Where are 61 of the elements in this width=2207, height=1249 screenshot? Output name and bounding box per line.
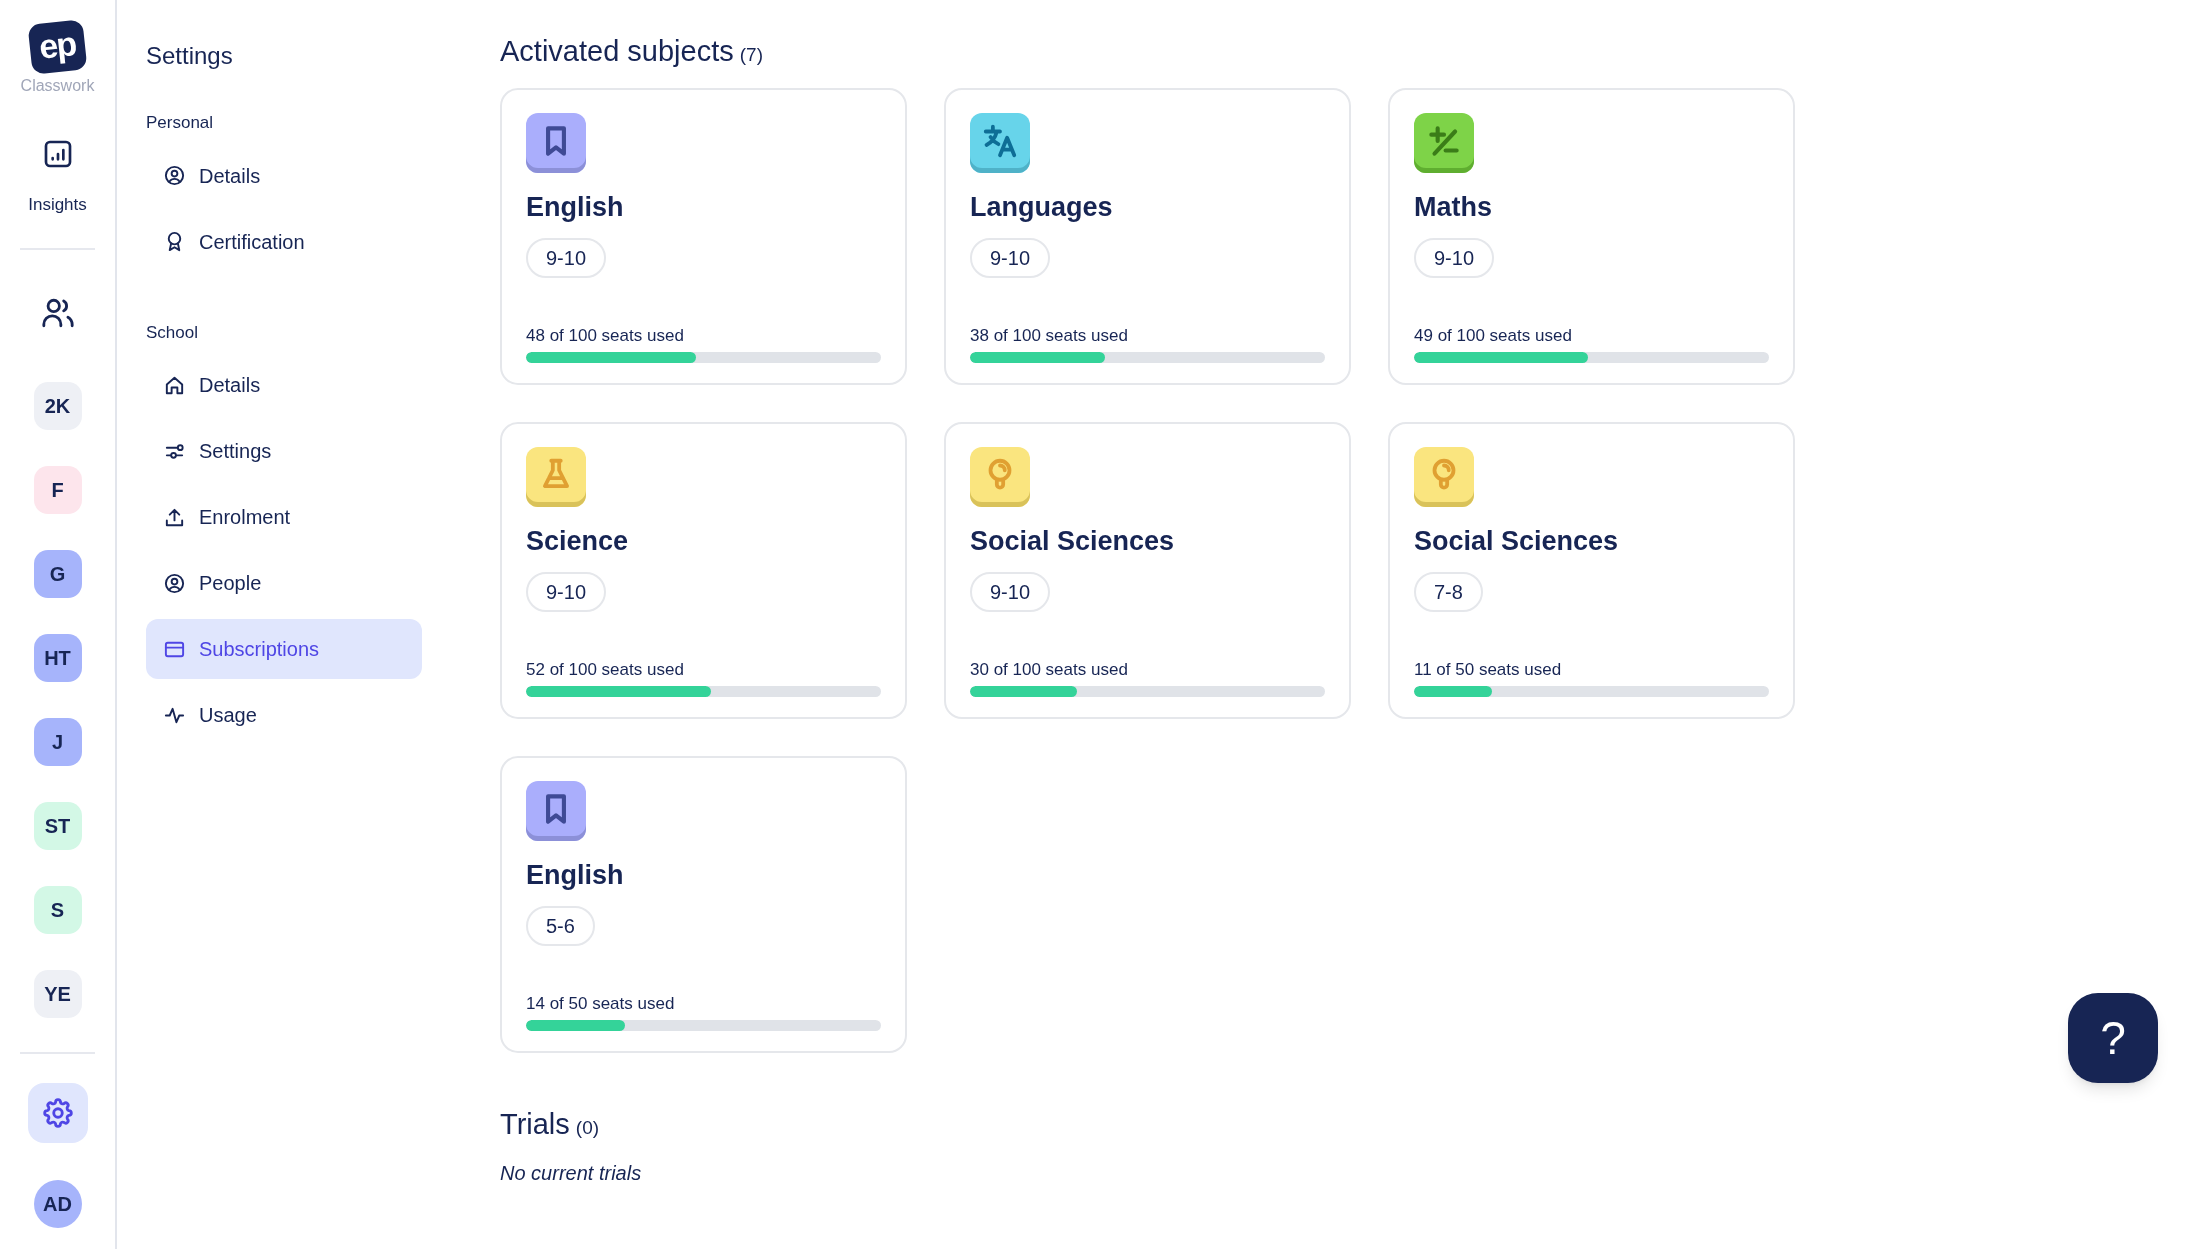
year-level-tag: 9-10 (526, 238, 607, 279)
section-title: Activated subjects (500, 34, 734, 69)
class-avatar[interactable]: ST (33, 801, 82, 850)
subject-card[interactable]: Social Sciences 9-10 30 of 100 seats used (944, 421, 1351, 719)
help-button[interactable]: ? (2068, 993, 2158, 1083)
seats-used-label: 48 of 100 seats used (526, 325, 685, 347)
settings-nav-item[interactable]: Settings (146, 421, 422, 481)
settings-nav-item[interactable]: Certification (146, 211, 422, 272)
user-avatar[interactable]: AD (33, 1179, 82, 1228)
year-level-tag: 7-8 (1414, 572, 1483, 613)
seats-used-label: 49 of 100 seats used (1414, 325, 1573, 347)
settings-nav-item[interactable]: Usage (146, 685, 422, 745)
settings-nav-item[interactable]: Subscriptions (146, 619, 422, 679)
class-avatar[interactable]: S (33, 885, 82, 934)
empty-state-text: No current trials (500, 1161, 643, 1186)
section-title: Trials (500, 1106, 570, 1142)
subject-card[interactable]: English 5-6 14 of 50 seats used (500, 755, 907, 1053)
app-logo[interactable]: ep (27, 19, 88, 75)
settings-nav-item[interactable]: Enrolment (146, 487, 422, 547)
seats-used-label: 30 of 100 seats used (970, 659, 1129, 681)
class-avatar[interactable]: F (33, 465, 82, 514)
subject-card[interactable]: Social Sciences 7-8 11 of 50 seats used (1388, 421, 1795, 719)
settings-nav-item[interactable]: People (146, 553, 422, 613)
subject-name: Social Sciences (1414, 524, 1620, 558)
year-level-tag: 9-10 (970, 572, 1051, 613)
settings-icon (40, 1095, 75, 1130)
class-avatar[interactable]: G (33, 549, 82, 598)
trial-count: (0) (575, 1115, 600, 1140)
seats-used-label: 11 of 50 seats used (1414, 659, 1563, 681)
section-heading: School (146, 321, 199, 344)
subject-name: Maths (1414, 190, 1493, 224)
year-level-tag: 9-10 (1414, 238, 1495, 279)
settings-nav-item[interactable]: Details (146, 145, 422, 206)
subject-card[interactable]: Science 9-10 52 of 100 seats used (500, 421, 907, 719)
user-circle-icon (163, 164, 186, 187)
subject-card[interactable]: Maths 9-10 49 of 100 seats used (1388, 87, 1795, 385)
seats-used-label: 38 of 100 seats used (970, 325, 1129, 347)
insights-label[interactable]: Insights (28, 192, 87, 218)
subject-name: Science (526, 524, 630, 558)
subject-name: English (526, 858, 625, 892)
subject-name: English (526, 190, 625, 224)
class-avatar[interactable]: 2K (33, 381, 82, 430)
seats-used-label: 14 of 50 seats used (526, 993, 676, 1015)
section-heading: Personal (146, 112, 215, 134)
subject-card[interactable]: Languages 9-10 38 of 100 seats used (944, 87, 1351, 385)
subject-name: Social Sciences (970, 524, 1176, 558)
subject-card[interactable]: English 9-10 48 of 100 seats used (500, 87, 907, 385)
year-level-tag: 9-10 (526, 572, 607, 613)
subject-name: Languages (970, 190, 1114, 224)
year-level-tag: 5-6 (526, 906, 595, 947)
subject-count: (7) (739, 43, 763, 67)
class-avatar[interactable]: J (33, 717, 82, 766)
class-avatar[interactable]: HT (33, 633, 82, 682)
class-avatar[interactable]: YE (33, 969, 82, 1018)
user-circle-icon (163, 571, 186, 595)
app-name: Classwork (20, 76, 95, 96)
settings-button[interactable] (27, 1082, 88, 1143)
settings-nav-item[interactable]: Details (146, 355, 422, 415)
settings-title: Settings (146, 44, 234, 68)
seats-used-label: 52 of 100 seats used (526, 659, 685, 681)
year-level-tag: 9-10 (970, 238, 1051, 279)
